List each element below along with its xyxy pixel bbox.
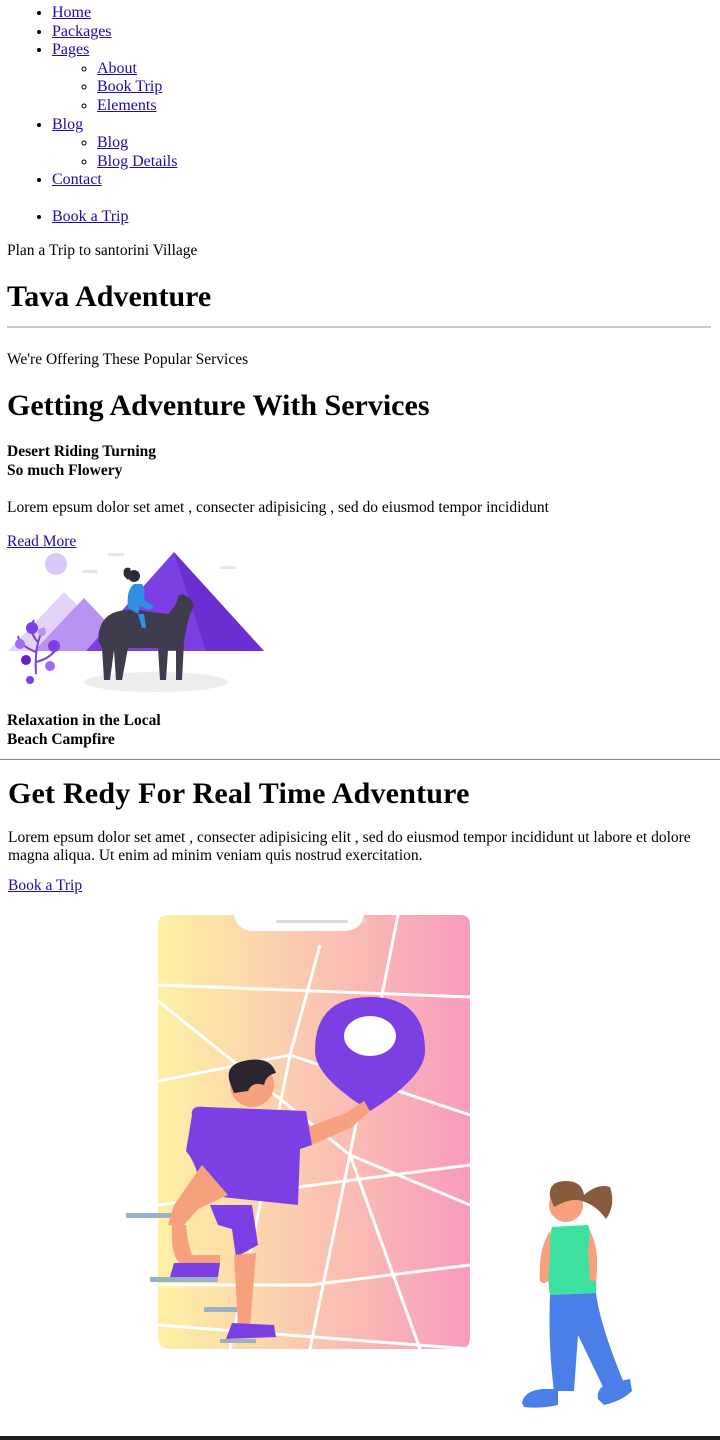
- nav-item-packages: Packages: [52, 23, 177, 42]
- nav-link-pages[interactable]: Pages: [52, 41, 89, 58]
- submenu-item-blog-details: Blog Details: [97, 153, 177, 172]
- book-a-trip-button[interactable]: Book a Trip: [8, 877, 82, 895]
- map-phone-illustration: [126, 915, 632, 1408]
- hero-title: Tava Adventure: [7, 280, 212, 313]
- services-kicker: We're Offering These Popular Services: [7, 351, 249, 368]
- service-item-title: Relaxation in the Local Beach Campfire: [7, 711, 161, 749]
- nav-link-packages[interactable]: Packages: [52, 23, 112, 40]
- submenu-item-book-trip: Book Trip: [97, 78, 177, 97]
- nav-item-blog: Blog Blog Blog Details: [52, 116, 177, 172]
- adventure-description: Lorem epsum dolor set amet , consecter a…: [8, 829, 691, 864]
- service-title-line1: Desert Riding Turning: [7, 443, 157, 460]
- desert-camel-illustration: [8, 552, 264, 692]
- nav-link-contact[interactable]: Contact: [52, 171, 102, 188]
- submenu-item-about: About: [97, 60, 177, 79]
- service-title-line2: So much Flowery: [7, 462, 123, 479]
- nav-link-book-trip[interactable]: Book Trip: [97, 78, 162, 95]
- nav-link-blog-details[interactable]: Blog Details: [97, 153, 177, 170]
- services-title: Getting Adventure With Services: [7, 389, 430, 422]
- header-cta-item: Book a Trip: [52, 208, 128, 227]
- book-a-trip-link[interactable]: Book a Trip: [52, 208, 128, 225]
- section-divider: [7, 326, 711, 328]
- service-title-line2: Beach Campfire: [7, 731, 115, 748]
- adventure-title: Get Redy For Real Time Adventure: [8, 777, 470, 810]
- main-nav: Home Packages Pages About Book Trip Elem…: [0, 4, 177, 190]
- nav-link-blog-list[interactable]: Blog: [97, 134, 128, 151]
- hero-tagline: Plan a Trip to santorini Village: [7, 242, 198, 259]
- pages-submenu: About Book Trip Elements: [52, 60, 177, 116]
- header-cta-list: Book a Trip: [0, 208, 128, 227]
- nav-link-about[interactable]: About: [97, 60, 137, 77]
- nav-link-elements[interactable]: Elements: [97, 97, 157, 114]
- service-item-title: Desert Riding Turning So much Flowery: [7, 442, 156, 480]
- submenu-item-blog: Blog: [97, 134, 177, 153]
- submenu-item-elements: Elements: [97, 97, 177, 116]
- bottom-edge-bar: [0, 1436, 720, 1440]
- blog-submenu: Blog Blog Details: [52, 134, 177, 171]
- nav-item-pages: Pages About Book Trip Elements: [52, 41, 177, 115]
- nav-link-blog[interactable]: Blog: [52, 116, 83, 133]
- section-divider: [0, 759, 720, 760]
- service-description: Lorem epsum dolor set amet , consecter a…: [7, 499, 549, 516]
- service-title-line1: Relaxation in the Local: [7, 712, 161, 729]
- nav-link-home[interactable]: Home: [52, 4, 91, 21]
- nav-item-contact: Contact: [52, 171, 177, 190]
- nav-item-home: Home: [52, 4, 177, 23]
